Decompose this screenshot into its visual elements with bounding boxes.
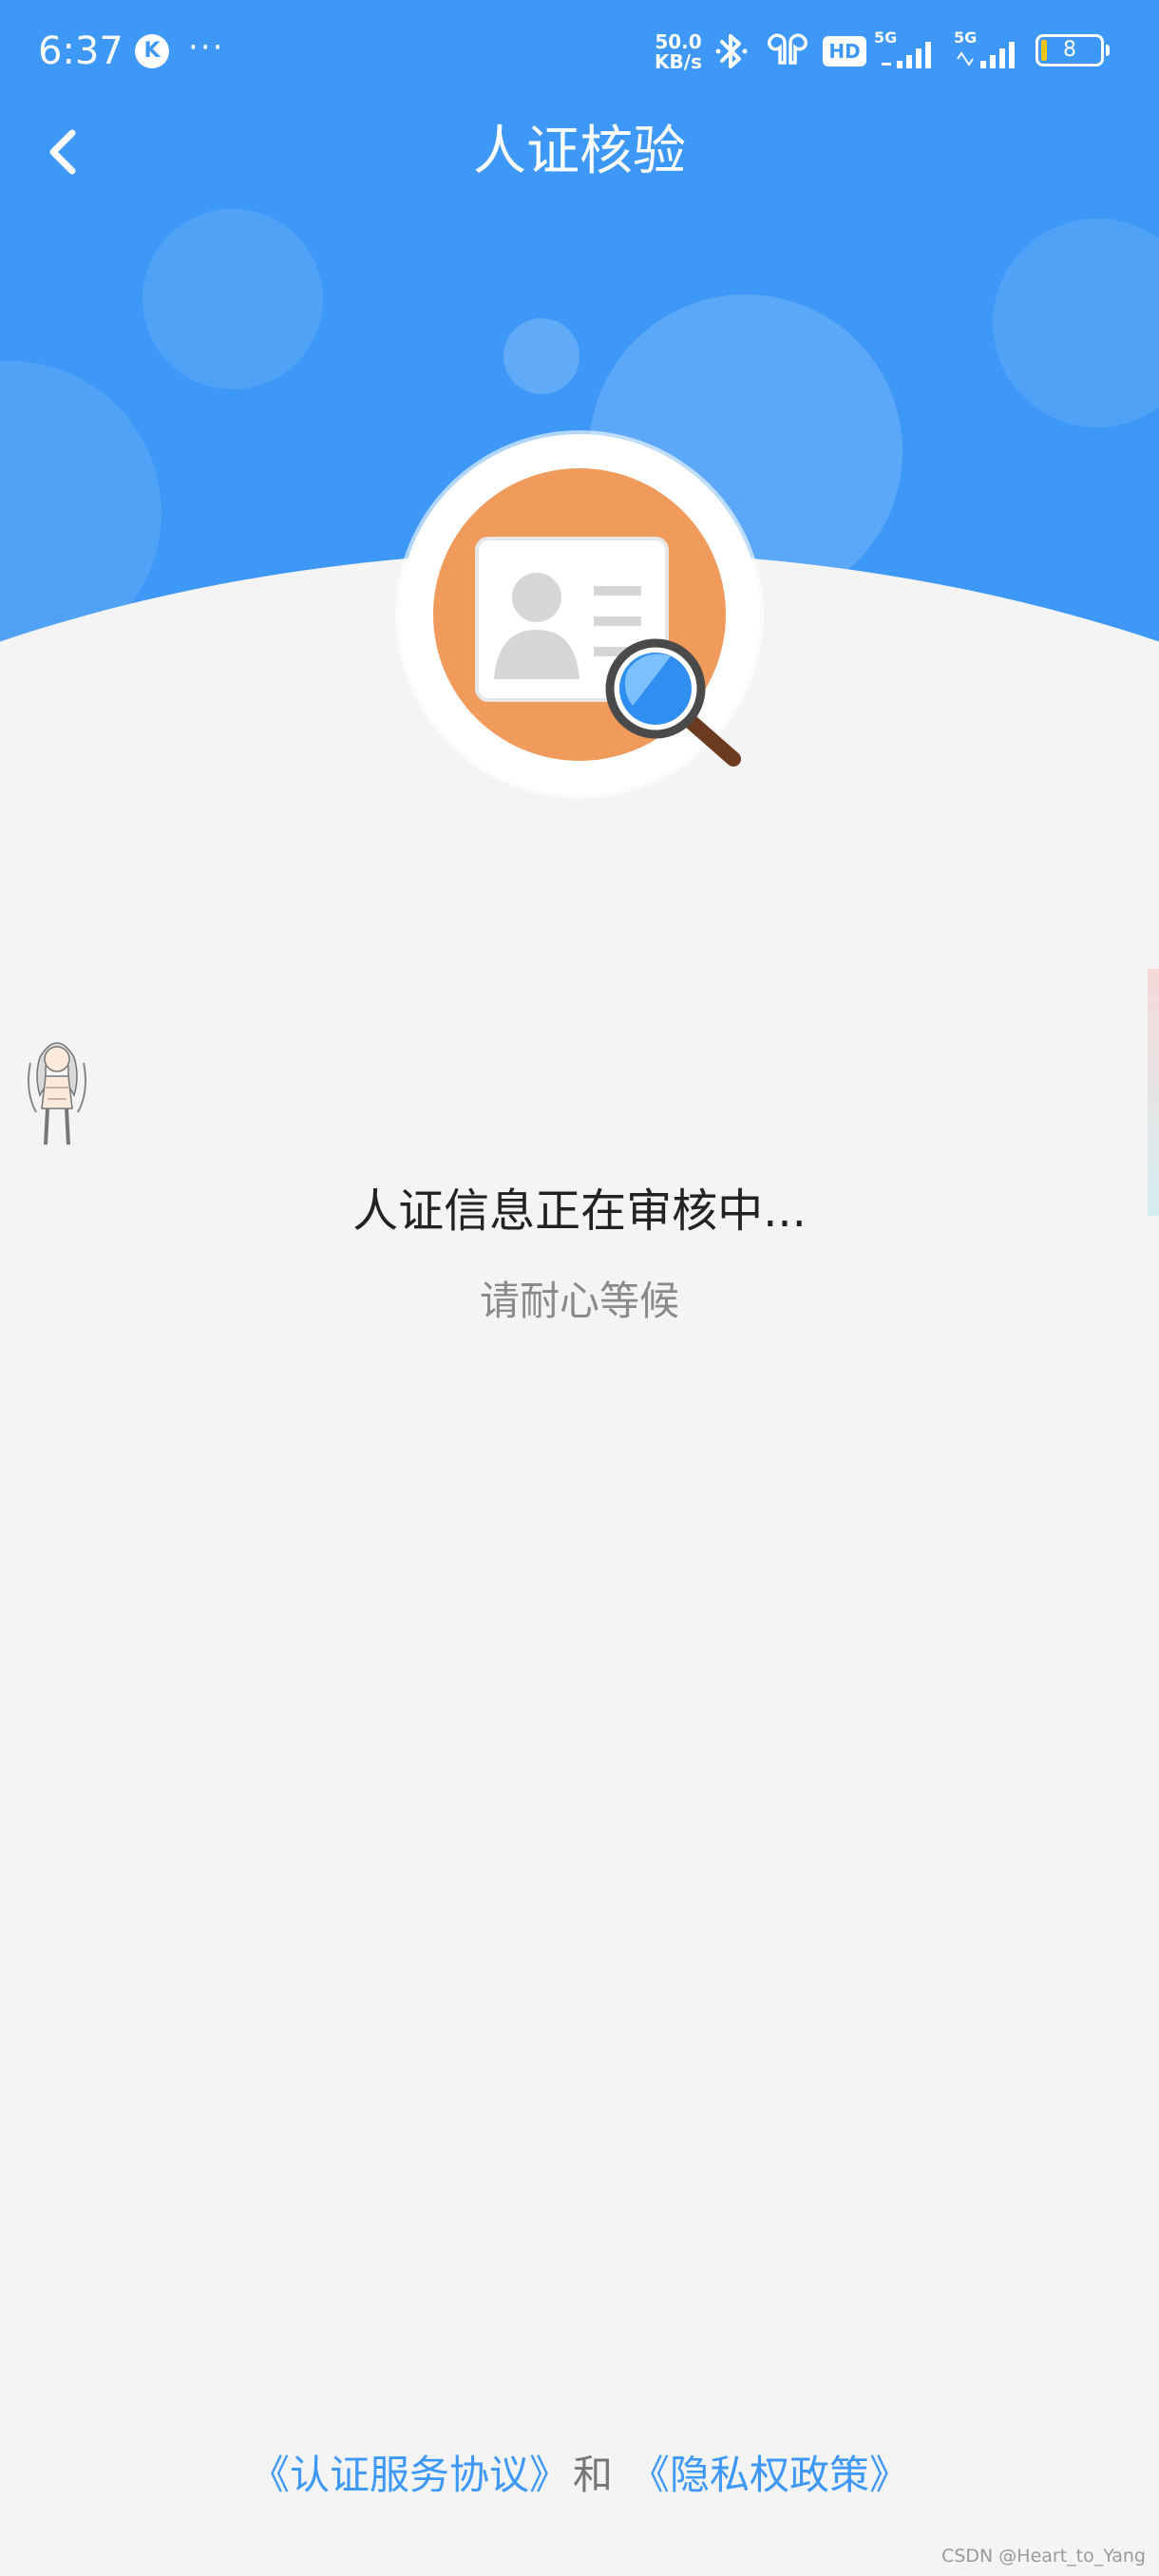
bluetooth-icon — [715, 34, 748, 68]
mascot-figure-image — [28, 1042, 86, 1146]
status-bar: 6:37 K ··· 50.0 KB/s HD 5G 5G 8 — [0, 0, 1159, 103]
k-app-icon: K — [135, 34, 169, 68]
signal-strength-2: 5G — [954, 28, 1024, 72]
more-notifications-icon: ··· — [188, 28, 225, 66]
footer-links: 《认证服务协议》和 《隐私权政策》 — [0, 2445, 1159, 2506]
page-title: 人证核验 — [473, 121, 686, 182]
hd-voice-icon: HD — [823, 36, 866, 66]
review-status-subtitle: 请耐心等候 — [479, 1278, 679, 1324]
review-status-title: 人证信息正在审核中... — [352, 1184, 807, 1238]
id-card-magnifier-icon — [475, 537, 741, 767]
decor-bubble — [142, 209, 323, 389]
decor-bubble — [993, 218, 1159, 427]
verification-emblem — [399, 434, 760, 795]
network-speed: 50.0 KB/s — [650, 32, 707, 72]
signal-bars-icon — [957, 42, 1015, 68]
status-time: 6:37 — [38, 29, 124, 73]
and-text: 和 — [572, 2452, 613, 2498]
watermark: CSDN @Heart_to_Yang — [941, 2546, 1146, 2567]
signal-bars-icon — [882, 42, 931, 68]
battery-level: 8 — [1063, 38, 1076, 62]
signal-strength-1: 5G — [874, 28, 940, 72]
network-speed-unit: KB/s — [655, 50, 702, 73]
decor-bubble — [504, 318, 580, 394]
network-speed-value: 50.0 — [655, 30, 702, 53]
earbuds-icon — [768, 33, 808, 65]
service-agreement-link[interactable]: 《认证服务协议》 — [250, 2452, 569, 2498]
privacy-policy-link[interactable]: 《隐私权政策》 — [630, 2452, 909, 2498]
battery-icon: 8 — [1036, 34, 1110, 66]
